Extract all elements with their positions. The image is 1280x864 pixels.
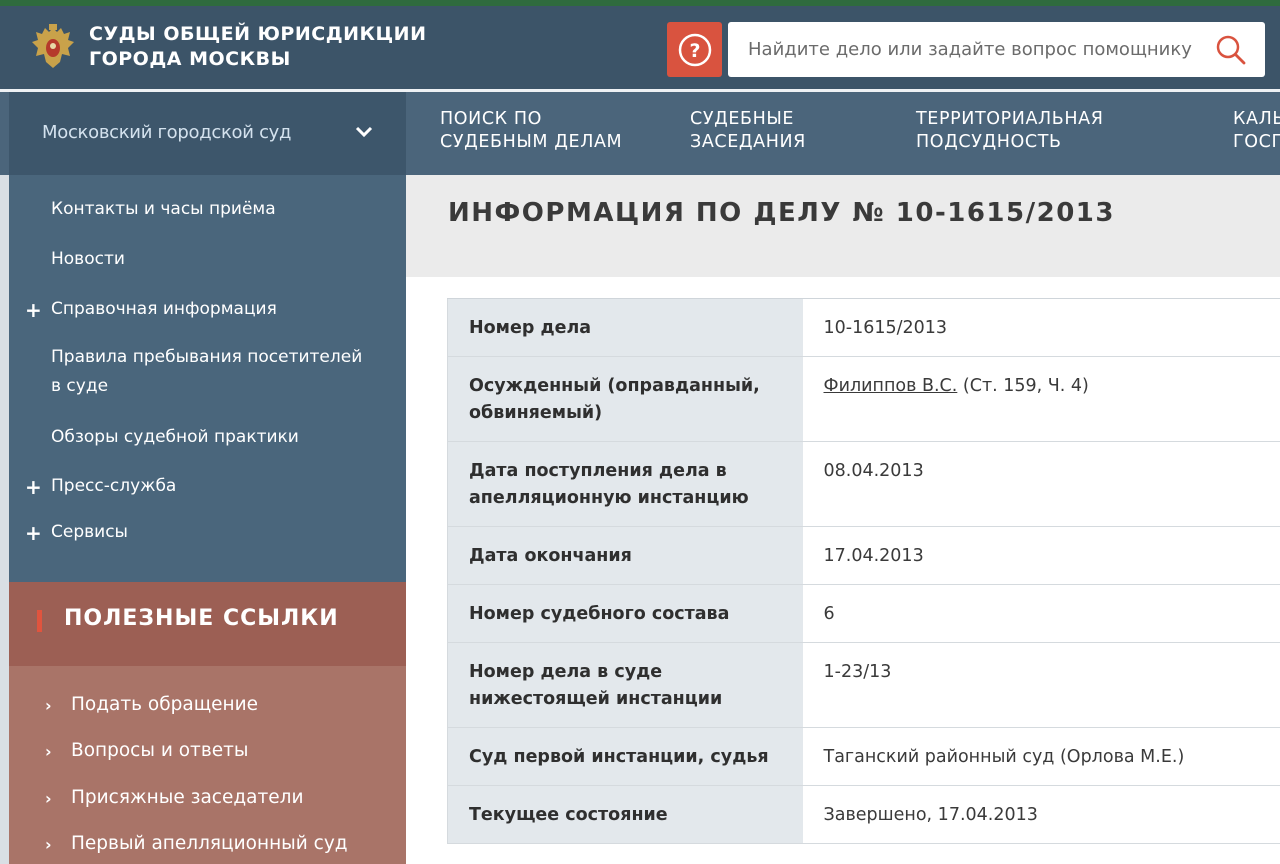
help-button[interactable]: ? xyxy=(667,22,722,77)
sidebar-item-visitor-rules-line2: в суде xyxy=(51,376,109,396)
site-title[interactable]: СУДЫ ОБЩЕЙ ЮРИСДИКЦИИ ГОРОДА МОСКВЫ xyxy=(89,22,427,72)
question-circle-icon: ? xyxy=(678,33,711,66)
search-input[interactable] xyxy=(748,22,1208,77)
row-label: Текущее состояние xyxy=(447,785,803,844)
nav-territorial-line1: ТЕРРИТОРИАЛЬНАЯ xyxy=(916,109,1104,129)
sidebar-item-visitor-rules[interactable]: Правила пребывания посетителей в суде xyxy=(51,343,362,401)
table-row: Осужденный (оправданный, обвиняемый) Фил… xyxy=(447,356,1280,442)
chevron-right-icon: › xyxy=(45,696,52,715)
row-label: Суд первой инстанции, судья xyxy=(447,727,803,786)
nav-calendar[interactable]: КАЛЬ ГОСП xyxy=(1233,108,1280,154)
row-value: Филиппов В.С. (Ст. 159, Ч. 4) xyxy=(802,356,1280,442)
defendant-link[interactable]: Филиппов В.С. xyxy=(824,376,958,396)
court-selector[interactable]: Московский городской суд xyxy=(9,92,406,175)
nav-court-sessions[interactable]: СУДЕБНЫЕ ЗАСЕДАНИЯ xyxy=(690,108,806,154)
plus-icon[interactable]: + xyxy=(25,300,42,320)
search-icon[interactable] xyxy=(1215,34,1247,66)
nav-court-sessions-line1: СУДЕБНЫЕ xyxy=(690,109,795,129)
sidebar-item-services[interactable]: Сервисы xyxy=(51,518,128,547)
row-value: Завершено, 17.04.2013 xyxy=(802,785,1280,844)
row-label: Номер дела xyxy=(447,298,803,357)
nav-territorial-jurisdiction[interactable]: ТЕРРИТОРИАЛЬНАЯ ПОДСУДНОСТЬ xyxy=(916,108,1103,154)
sidebar-item-contacts[interactable]: Контакты и часы приёма xyxy=(51,195,276,224)
useful-links-accent xyxy=(37,610,42,632)
sidebar-menu: Контакты и часы приёма Новости + Справоч… xyxy=(9,175,406,582)
chevron-down-icon xyxy=(355,126,373,138)
coat-of-arms-icon[interactable] xyxy=(30,22,76,72)
case-info-table: Номер дела 10-1615/2013 Осужденный (опра… xyxy=(447,298,1280,844)
row-label: Дата поступления дела в апелляционную ин… xyxy=(447,441,803,527)
row-value: 10-1615/2013 xyxy=(802,298,1280,357)
row-label: Дата окончания xyxy=(447,526,803,585)
nav-calendar-line1: КАЛЬ xyxy=(1233,109,1280,129)
table-row: Номер судебного состава 6 xyxy=(447,584,1280,643)
table-row: Дата поступления дела в апелляционную ин… xyxy=(447,441,1280,527)
useful-links-header: ПОЛЕЗНЫЕ ССЫЛКИ xyxy=(9,582,406,666)
table-row: Номер дела в суде нижестоящей инстанции … xyxy=(447,642,1280,728)
defendant-article: (Ст. 159, Ч. 4) xyxy=(957,376,1089,396)
row-value: 08.04.2013 xyxy=(802,441,1280,527)
useful-link-appeal-court[interactable]: Первый апелляционный суд xyxy=(71,833,348,854)
chevron-right-icon: › xyxy=(45,742,52,761)
useful-link-appeal[interactable]: Подать обращение xyxy=(71,694,258,715)
nav-territorial-line2: ПОДСУДНОСТЬ xyxy=(916,132,1062,152)
useful-links-list: › Подать обращение › Вопросы и ответы › … xyxy=(9,666,406,864)
help-symbol: ? xyxy=(689,40,700,62)
row-value: 17.04.2013 xyxy=(802,526,1280,585)
table-row: Номер дела 10-1615/2013 xyxy=(447,298,1280,357)
chevron-right-icon: › xyxy=(45,789,52,808)
page-background xyxy=(0,175,9,864)
table-row: Суд первой инстанции, судья Таганский ра… xyxy=(447,727,1280,786)
court-selector-label: Московский городской суд xyxy=(42,122,292,143)
row-value: 6 xyxy=(802,584,1280,643)
sidebar-item-practice-reviews[interactable]: Обзоры судебной практики xyxy=(51,423,299,452)
page-title: ИНФОРМАЦИЯ ПО ДЕЛУ № 10-1615/2013 xyxy=(448,198,1115,228)
plus-icon[interactable]: + xyxy=(25,477,42,497)
nav-calendar-line2: ГОСП xyxy=(1233,132,1280,152)
table-row: Дата окончания 17.04.2013 xyxy=(447,526,1280,585)
row-label: Номер судебного состава xyxy=(447,584,803,643)
plus-icon[interactable]: + xyxy=(25,523,42,543)
row-value: 1-23/13 xyxy=(802,642,1280,728)
sidebar-item-press[interactable]: Пресс-служба xyxy=(51,472,176,501)
search-box xyxy=(728,22,1265,77)
sidebar-item-news[interactable]: Новости xyxy=(51,245,125,274)
sidebar-item-reference[interactable]: Справочная информация xyxy=(51,295,277,324)
useful-links-title: ПОЛЕЗНЫЕ ССЫЛКИ xyxy=(64,606,339,631)
row-value: Таганский районный суд (Орлова М.Е.) xyxy=(802,727,1280,786)
sidebar-item-visitor-rules-line1: Правила пребывания посетителей xyxy=(51,347,363,367)
nav-court-sessions-line2: ЗАСЕДАНИЯ xyxy=(690,132,806,152)
row-label: Осужденный (оправданный, обвиняемый) xyxy=(447,356,803,442)
nav-case-search-line2: СУДЕБНЫМ ДЕЛАМ xyxy=(440,132,623,152)
site-title-line2: ГОРОДА МОСКВЫ xyxy=(89,48,291,70)
table-row: Текущее состояние Завершено, 17.04.2013 xyxy=(447,785,1280,844)
nav-case-search[interactable]: ПОИСК ПО СУДЕБНЫМ ДЕЛАМ xyxy=(440,108,622,154)
chevron-right-icon: › xyxy=(45,835,52,854)
nav-case-search-line1: ПОИСК ПО xyxy=(440,109,542,129)
site-title-line1: СУДЫ ОБЩЕЙ ЮРИСДИКЦИИ xyxy=(89,23,427,45)
useful-link-jurors[interactable]: Присяжные заседатели xyxy=(71,787,303,808)
row-label: Номер дела в суде нижестоящей инстанции xyxy=(447,642,803,728)
useful-link-faq[interactable]: Вопросы и ответы xyxy=(71,740,249,761)
